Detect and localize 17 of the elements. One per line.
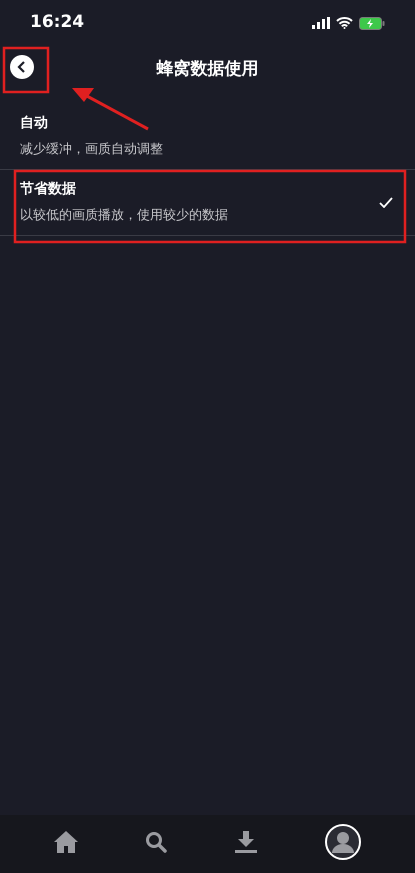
- status-time: 16:24: [30, 11, 84, 34]
- option-label: 自动: [20, 114, 49, 134]
- download-icon[interactable]: [234, 831, 258, 853]
- search-icon[interactable]: [144, 831, 167, 853]
- avatar-icon[interactable]: [325, 824, 362, 860]
- back-button[interactable]: [10, 55, 34, 79]
- battery-charging-icon: [359, 16, 385, 30]
- chevron-left-icon: [17, 61, 27, 73]
- home-icon[interactable]: [54, 831, 78, 853]
- option-description: 减少缓冲，画质自动调整: [20, 141, 163, 160]
- option-description: 以较低的画质播放，使用较少的数据: [20, 207, 228, 226]
- option-row[interactable]: 自动 减少缓冲，画质自动调整: [0, 104, 415, 170]
- option-label: 节省数据: [20, 180, 77, 200]
- page-title: 蜂窝数据使用: [156, 58, 258, 82]
- option-row[interactable]: 节省数据 以较低的画质播放，使用较少的数据: [0, 170, 415, 236]
- wifi-icon: [336, 17, 353, 29]
- signal-icon: [312, 17, 330, 29]
